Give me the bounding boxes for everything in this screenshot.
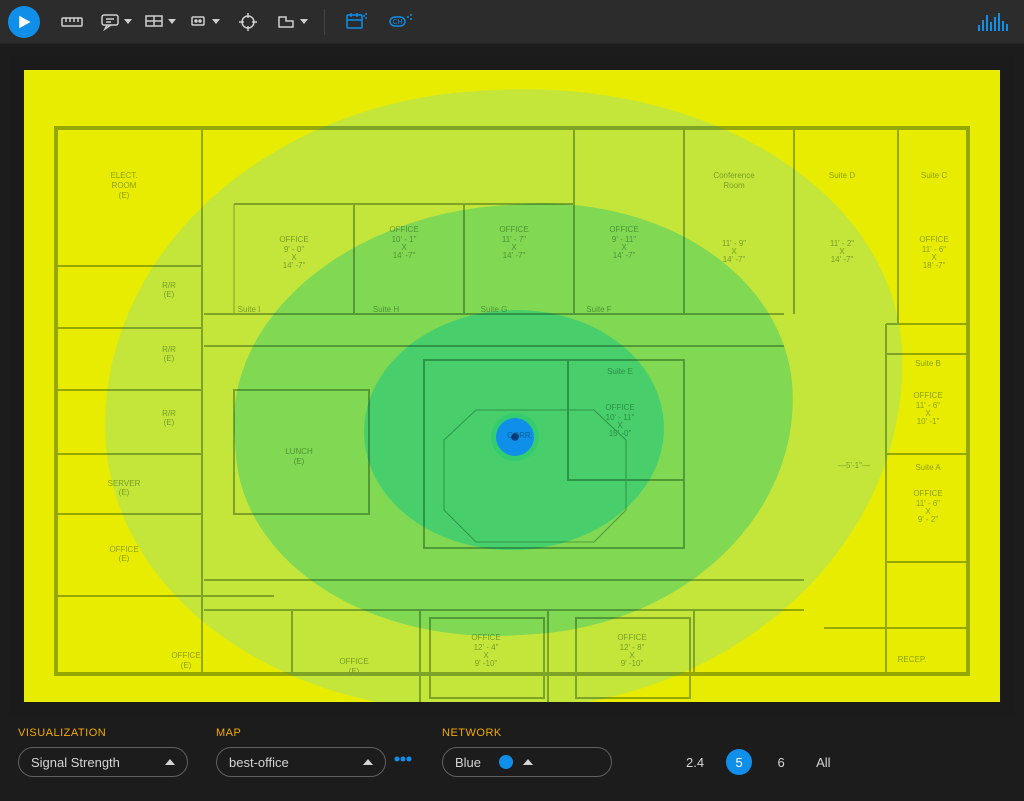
bottom-bar: VISUALIZATION Signal Strength MAP best-o… bbox=[0, 716, 1024, 791]
schedule-tool[interactable] bbox=[335, 4, 379, 40]
map-group: MAP best-office bbox=[216, 727, 414, 777]
visualization-label: VISUALIZATION bbox=[18, 727, 188, 739]
shape-tool[interactable] bbox=[270, 4, 314, 40]
play-button[interactable] bbox=[8, 6, 40, 38]
comment-tool[interactable] bbox=[94, 4, 138, 40]
map-value: best-office bbox=[229, 755, 289, 770]
spectrum-icon[interactable] bbox=[978, 13, 1016, 31]
map-label: MAP bbox=[216, 727, 414, 739]
map-select[interactable]: best-office bbox=[216, 747, 386, 777]
network-label: NETWORK bbox=[442, 727, 612, 739]
visualization-value: Signal Strength bbox=[31, 755, 120, 770]
map-actions-button[interactable] bbox=[392, 750, 414, 768]
heatmap-canvas bbox=[24, 70, 1000, 702]
access-point-tool[interactable] bbox=[182, 4, 226, 40]
network-value: Blue bbox=[455, 755, 481, 770]
map-viewport[interactable]: ELECT.ROOM(E) OFFICE9' - 0"X14' -7" OFFI… bbox=[10, 56, 1014, 716]
band-2-4[interactable]: 2.4 bbox=[680, 749, 710, 775]
channel-tool[interactable]: CH bbox=[379, 4, 423, 40]
network-color-dot bbox=[499, 755, 513, 769]
chevron-up-icon bbox=[165, 759, 175, 765]
region-tool[interactable] bbox=[138, 4, 182, 40]
top-toolbar: CH bbox=[0, 0, 1024, 44]
visualization-group: VISUALIZATION Signal Strength bbox=[18, 727, 188, 777]
band-6[interactable]: 6 bbox=[768, 749, 794, 775]
toolbar-separator bbox=[324, 9, 325, 35]
crosshair-tool[interactable] bbox=[226, 4, 270, 40]
ruler-tool[interactable] bbox=[50, 4, 94, 40]
band-5[interactable]: 5 bbox=[726, 749, 752, 775]
network-select[interactable]: Blue bbox=[442, 747, 612, 777]
band-all[interactable]: All bbox=[810, 749, 836, 775]
band-tabs: 2.4 5 6 All bbox=[680, 747, 837, 777]
chevron-up-icon bbox=[523, 759, 533, 765]
visualization-select[interactable]: Signal Strength bbox=[18, 747, 188, 777]
chevron-up-icon bbox=[363, 759, 373, 765]
network-group: NETWORK Blue bbox=[442, 727, 612, 777]
svg-text:CH: CH bbox=[392, 19, 402, 26]
access-point-marker[interactable] bbox=[496, 418, 534, 456]
